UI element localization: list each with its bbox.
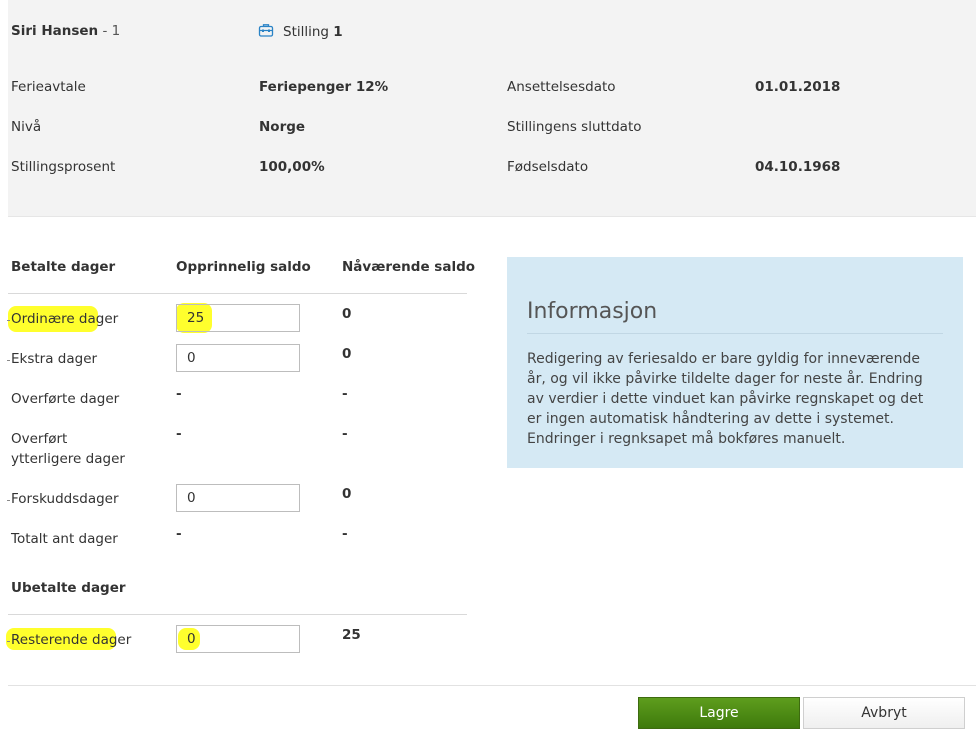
vacation-balance-dialog: Siri Hansen - 1 Stilling 1 Ferieavtale F… bbox=[6, 0, 978, 739]
detail-label-fodselsdato: Fødselsdato bbox=[507, 159, 589, 175]
save-button[interactable]: Lagre bbox=[638, 697, 800, 729]
row-label-overfort-ytterligere-line1: Overført bbox=[11, 431, 68, 447]
cancel-button[interactable]: Avbryt bbox=[803, 697, 965, 729]
detail-value-ferieavtale: Feriepenger 12% bbox=[259, 79, 389, 95]
row-label-forskuddsdager: Forskuddsdager bbox=[11, 491, 119, 507]
row-label-ordinaere-dager: Ordinære dager bbox=[11, 311, 119, 327]
detail-value-ansettelsesdato: 01.01.2018 bbox=[755, 79, 841, 95]
table-header-divider bbox=[8, 293, 467, 294]
ordinaere-dager-input[interactable] bbox=[176, 304, 300, 332]
row-label-totalt-ant-dager: Totalt ant dager bbox=[11, 531, 118, 547]
header-ubetalte-dager: Ubetalte dager bbox=[11, 580, 126, 596]
detail-label-stillingsprosent: Stillingsprosent bbox=[11, 159, 116, 175]
header-betalte-dager: Betalte dager bbox=[11, 259, 116, 275]
employee-name: Siri Hansen bbox=[11, 23, 99, 39]
info-title: Informasjon bbox=[527, 299, 658, 324]
employee-info-panel: Siri Hansen - 1 Stilling 1 Ferieavtale F… bbox=[8, 0, 976, 217]
info-text: Redigering av feriesaldo er bare gyldig … bbox=[527, 351, 924, 447]
detail-label-niva: Nivå bbox=[11, 119, 42, 135]
detail-value-niva: Norge bbox=[259, 119, 306, 135]
position-label: Stilling bbox=[283, 24, 329, 40]
row-label-resterende-dager: Resterende dager bbox=[11, 632, 132, 648]
employee-name-line: Siri Hansen - 1 bbox=[11, 23, 120, 39]
current-forskuddsdager: 0 bbox=[342, 486, 352, 502]
row-marker bbox=[7, 320, 10, 321]
current-ekstra-dager: 0 bbox=[342, 346, 352, 362]
row-label-overforte-dager: Overførte dager bbox=[11, 391, 120, 407]
detail-label-ansettelsesdato: Ansettelsesdato bbox=[507, 79, 616, 95]
current-overforte-dager: - bbox=[342, 386, 348, 402]
position-indicator: Stilling 1 bbox=[283, 24, 343, 40]
row-marker bbox=[7, 500, 10, 501]
original-overfort-ytterligere: - bbox=[176, 426, 182, 442]
detail-value-fodselsdato: 04.10.1968 bbox=[755, 159, 841, 175]
detail-label-ferieavtale: Ferieavtale bbox=[11, 79, 86, 95]
detail-value-stillingsprosent: 100,00% bbox=[259, 159, 325, 175]
original-overforte-dager: - bbox=[176, 386, 182, 402]
current-ordinaere-dager: 0 bbox=[342, 306, 352, 322]
current-resterende-dager: 25 bbox=[342, 627, 361, 643]
info-panel: Informasjon Redigering av feriesaldo er … bbox=[507, 257, 963, 468]
briefcase-icon bbox=[258, 22, 274, 38]
footer-divider bbox=[8, 685, 976, 686]
current-totalt-ant-dager: - bbox=[342, 526, 348, 542]
position-number: 1 bbox=[333, 24, 343, 40]
current-overfort-ytterligere: - bbox=[342, 426, 348, 442]
row-label-overfort-ytterligere-line2: ytterligere dager bbox=[11, 451, 125, 467]
header-navaerende-saldo: Nåværende saldo bbox=[342, 259, 476, 275]
original-totalt-ant-dager: - bbox=[176, 526, 182, 542]
detail-label-sluttdato: Stillingens sluttdato bbox=[507, 119, 642, 135]
employee-suffix: - 1 bbox=[98, 23, 121, 39]
row-marker bbox=[7, 360, 10, 361]
row-label-ekstra-dager: Ekstra dager bbox=[11, 351, 98, 367]
resterende-dager-input[interactable] bbox=[176, 625, 300, 653]
forskuddsdager-input[interactable] bbox=[176, 484, 300, 512]
unpaid-divider bbox=[8, 614, 467, 615]
row-marker bbox=[7, 641, 10, 642]
info-divider bbox=[527, 333, 943, 334]
ekstra-dager-input[interactable] bbox=[176, 344, 300, 372]
header-opprinnelig-saldo: Opprinnelig saldo bbox=[176, 259, 311, 275]
